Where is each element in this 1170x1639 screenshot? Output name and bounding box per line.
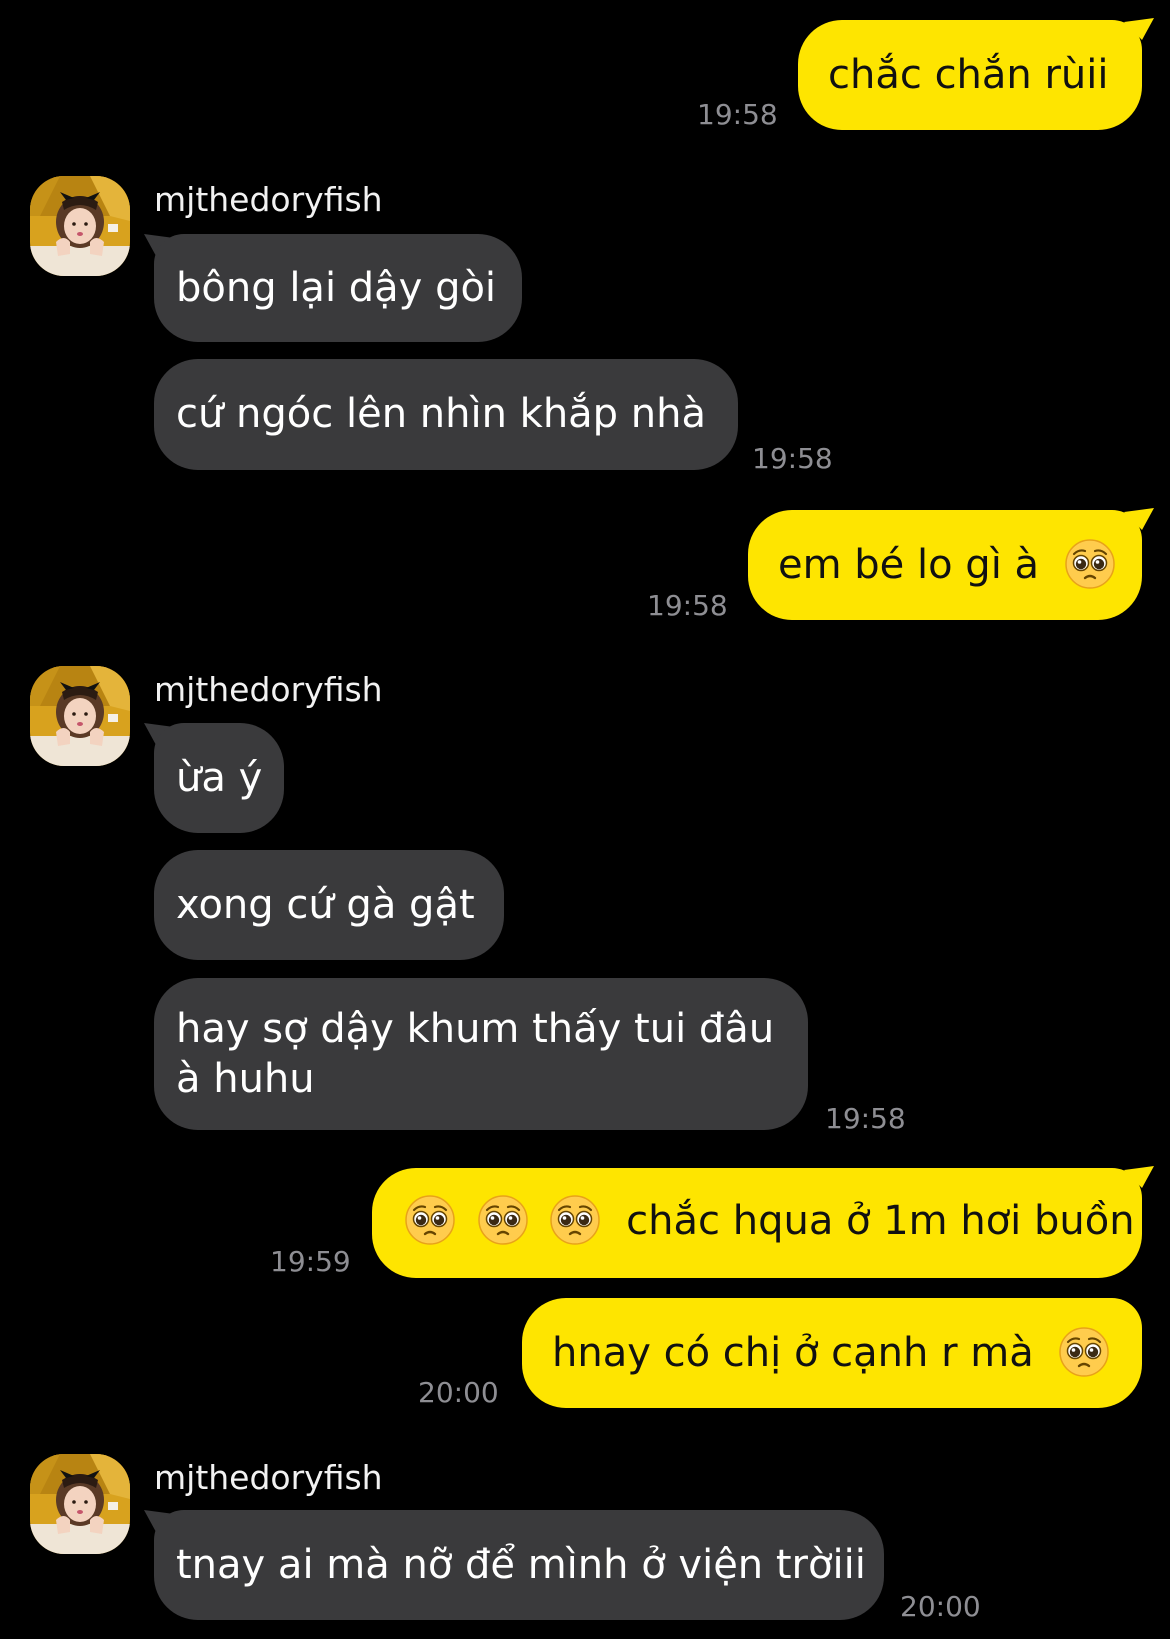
message-text: ừa ý xyxy=(176,755,263,801)
outgoing-message-bubble[interactable]: em bé lo gì à xyxy=(748,510,1142,620)
timestamp: 19:58 xyxy=(752,442,833,475)
incoming-message-bubble[interactable]: tnay ai mà nỡ để mình ở viện trờiii xyxy=(154,1510,884,1620)
sender-name: mjthedoryfish xyxy=(154,670,383,709)
outgoing-message-bubble[interactable]: hnay có chị ở cạnh r mà xyxy=(522,1298,1142,1408)
pleading-face-emoji-icon xyxy=(549,1194,601,1246)
sender-avatar[interactable] xyxy=(30,176,130,276)
outgoing-message-bubble[interactable]: chắc chắn rùii xyxy=(798,20,1142,130)
bubble-tail xyxy=(1124,18,1154,40)
message-text: chắc chắn rùii xyxy=(828,52,1109,98)
incoming-message-bubble[interactable]: ừa ý xyxy=(154,723,284,833)
avatar-photo-icon xyxy=(30,666,130,766)
message-text: hnay có chị ở cạnh r mà xyxy=(552,1330,1034,1376)
sender-name: mjthedoryfish xyxy=(154,1458,383,1497)
message-text: chắc hqua ở 1m hơi buồn xyxy=(626,1198,1135,1244)
message-text: cứ ngóc lên nhìn khắp nhà xyxy=(176,391,706,437)
pleading-face-emoji-icon xyxy=(477,1194,529,1246)
incoming-message-bubble[interactable]: hay sợ dậy khum thấy tui đâu à huhu xyxy=(154,978,808,1130)
sender-name: mjthedoryfish xyxy=(154,180,383,219)
message-text: tnay ai mà nỡ để mình ở viện trờiii xyxy=(176,1542,866,1588)
incoming-message-bubble[interactable]: bông lại dậy gòi xyxy=(154,234,522,342)
timestamp: 19:59 xyxy=(270,1245,351,1278)
bubble-tail xyxy=(1124,508,1154,530)
sender-avatar[interactable] xyxy=(30,1454,130,1554)
chat-thread[interactable]: chắc chắn rùii 19:58 mjthedoryfish bông … xyxy=(0,0,1170,1639)
pleading-face-emoji-icon xyxy=(1064,538,1116,590)
timestamp: 19:58 xyxy=(697,98,778,131)
pleading-face-emoji-icon xyxy=(404,1194,456,1246)
timestamp: 20:00 xyxy=(418,1376,499,1409)
incoming-message-bubble[interactable]: cứ ngóc lên nhìn khắp nhà xyxy=(154,359,738,470)
pleading-face-emoji-icon xyxy=(1058,1326,1110,1378)
message-text: em bé lo gì à xyxy=(778,542,1040,588)
timestamp: 19:58 xyxy=(647,589,728,622)
bubble-tail xyxy=(1124,1166,1154,1188)
timestamp: 20:00 xyxy=(900,1590,981,1623)
avatar-photo-icon xyxy=(30,1454,130,1554)
message-text: hay sợ dậy khum thấy tui đâu à huhu xyxy=(176,1006,775,1102)
outgoing-message-bubble[interactable]: chắc hqua ở 1m hơi buồn xyxy=(372,1168,1142,1278)
timestamp: 19:58 xyxy=(825,1102,906,1135)
avatar-photo-icon xyxy=(30,176,130,276)
sender-avatar[interactable] xyxy=(30,666,130,766)
message-text: bông lại dậy gòi xyxy=(176,265,497,311)
message-text: xong cứ gà gật xyxy=(176,882,475,928)
incoming-message-bubble[interactable]: xong cứ gà gật xyxy=(154,850,504,960)
